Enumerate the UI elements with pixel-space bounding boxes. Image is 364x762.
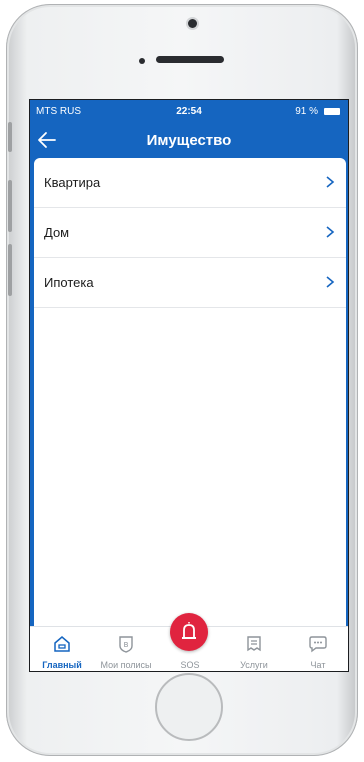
chevron-right-icon	[326, 176, 335, 188]
chevron-right-icon	[326, 276, 335, 288]
page-title: Имущество	[146, 132, 232, 149]
tab-label: Услуги	[240, 660, 268, 670]
app-screen: MTS RUS 22:54 91 % Имущество Квартира До…	[29, 99, 349, 672]
policy-shield-icon: B	[119, 636, 133, 653]
tab-my-policies[interactable]: B Мои полисы	[94, 627, 158, 671]
tab-chat[interactable]: Чат	[286, 627, 348, 671]
app-header: Имущество	[30, 124, 348, 158]
front-camera	[188, 19, 197, 28]
property-list: Квартира Дом Ипотека	[34, 158, 346, 626]
tab-label: Мои полисы	[100, 660, 152, 670]
list-item-label: Ипотека	[44, 275, 94, 290]
chat-bubble-icon	[309, 636, 327, 653]
battery-percent: 91 %	[295, 106, 318, 117]
alarm-siren-icon	[182, 622, 196, 639]
volume-down-button	[8, 244, 12, 296]
list-item-house[interactable]: Дом	[34, 208, 346, 258]
home-icon	[54, 636, 70, 652]
proximity-sensor	[139, 58, 145, 64]
list-item-label: Квартира	[44, 175, 101, 190]
tab-label: Главный	[42, 660, 82, 670]
list-item-mortgage[interactable]: Ипотека	[34, 258, 346, 308]
home-button[interactable]	[155, 673, 223, 741]
services-list-icon	[247, 636, 261, 652]
list-item-apartment[interactable]: Квартира	[34, 158, 346, 208]
volume-up-button	[8, 180, 12, 232]
tab-home[interactable]: Главный	[30, 627, 94, 671]
tab-label: SOS	[180, 660, 200, 670]
earpiece-speaker	[156, 56, 224, 63]
chevron-right-icon	[326, 226, 335, 238]
tab-label: Чат	[310, 660, 326, 670]
list-item-label: Дом	[44, 225, 70, 240]
battery-icon	[324, 108, 340, 115]
svg-text:B: B	[124, 641, 129, 649]
mute-switch	[8, 122, 12, 152]
sos-button[interactable]	[170, 613, 208, 651]
tab-services[interactable]: Услуги	[222, 627, 286, 671]
status-bar: MTS RUS 22:54 91 %	[30, 100, 348, 124]
